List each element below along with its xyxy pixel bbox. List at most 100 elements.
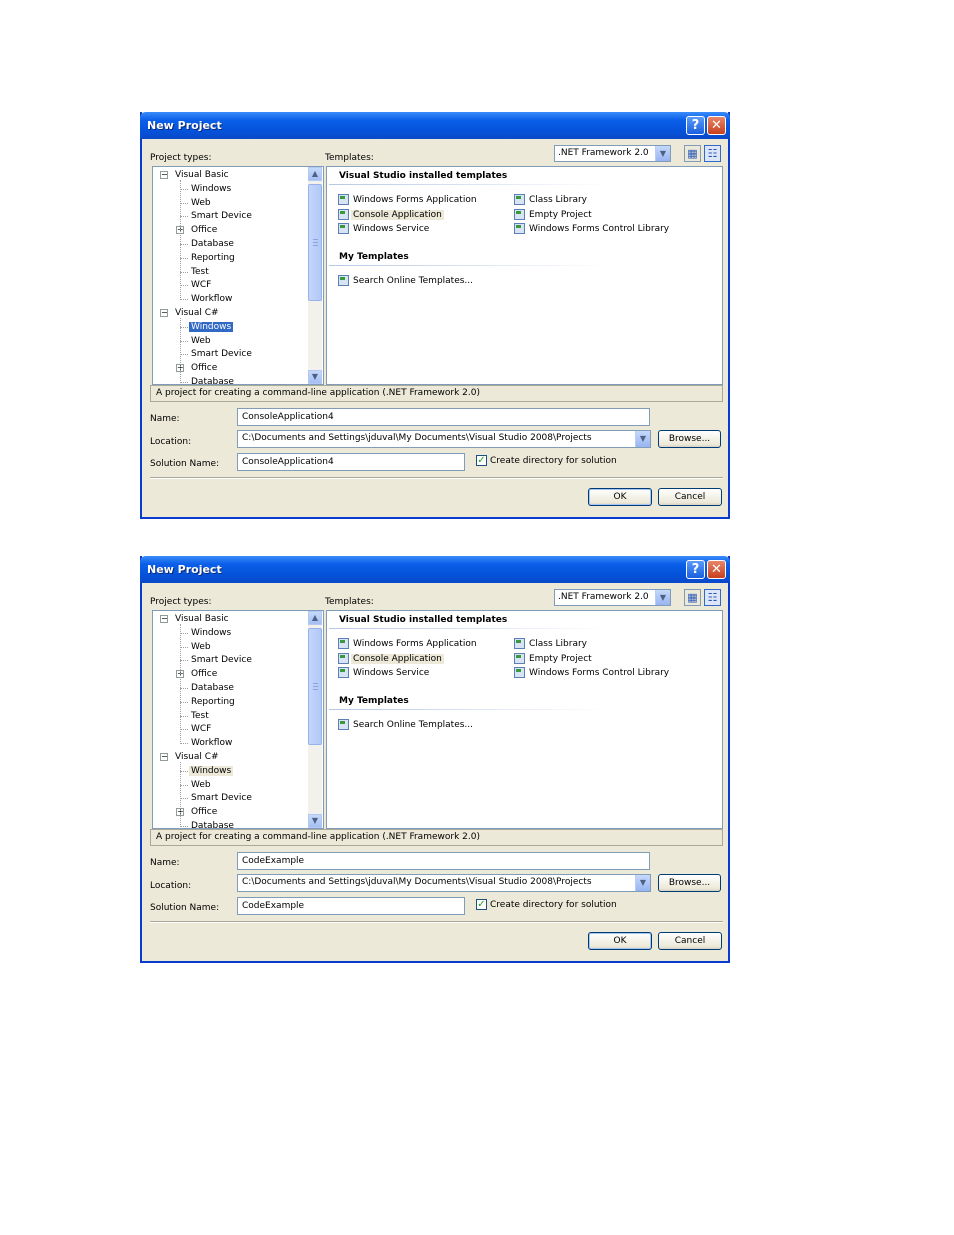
tree-item[interactable]: Windows [189,183,233,195]
close-button[interactable]: ✕ [707,560,726,579]
browse-button[interactable]: Browse... [658,430,721,448]
collapse-icon[interactable]: − [160,171,168,179]
create-directory-checkbox[interactable]: ✓ [476,455,487,466]
help-button[interactable]: ? [686,560,705,579]
tree-item[interactable]: Smart Device [189,792,254,804]
scroll-up-button[interactable]: ▲ [308,167,322,181]
scroll-down-button[interactable]: ▼ [308,370,322,384]
name-input[interactable]: CodeExample [237,852,650,870]
tree-item[interactable]: Office [189,806,219,818]
template-item[interactable]: Console Application [338,652,444,666]
tree-item[interactable]: Web [189,335,213,347]
template-item[interactable]: Empty Project [514,652,594,666]
tree-connector [180,701,188,703]
collapse-icon[interactable]: − [160,753,168,761]
project-template-icon [514,652,525,664]
location-combobox[interactable]: C:\Documents and Settings\jduval\My Docu… [237,430,651,448]
small-icons-view-button[interactable]: ☷ [704,145,721,162]
template-item[interactable]: Console Application [338,208,444,222]
tree-item[interactable]: Workflow [189,293,234,305]
tree-item[interactable]: Windows [189,627,233,639]
scroll-down-button[interactable]: ▼ [308,814,322,828]
tree-item[interactable]: Database [189,820,236,828]
chevron-down-icon[interactable]: ▼ [655,590,670,605]
collapse-icon[interactable]: − [160,615,168,623]
chevron-down-icon[interactable]: ▼ [635,431,650,447]
project-types-tree[interactable]: Visual Basic − Windows Web Smart Device Offic… [152,166,324,385]
tree-item[interactable]: Office [189,362,219,374]
template-item[interactable]: Windows Forms Control Library [514,223,671,236]
ok-button[interactable]: OK [588,932,652,950]
large-icons-view-button[interactable]: ▦ [684,145,701,162]
template-item[interactable]: Windows Forms Application [338,638,479,651]
tree-item[interactable]: Office [189,668,219,680]
chevron-down-icon[interactable]: ▼ [655,146,670,161]
tree-item[interactable]: Workflow [189,737,234,749]
dialog-title: New Project [147,563,222,576]
tree-item[interactable]: Office [189,224,219,236]
scroll-thumb[interactable] [308,628,322,745]
template-item[interactable]: Search Online Templates... [338,719,475,732]
template-item[interactable]: Windows Service [338,667,431,680]
tree-item[interactable]: Visual Basic [173,169,231,181]
tree-item[interactable]: Smart Device [189,210,254,222]
tree-item[interactable]: Web [189,197,213,209]
scroll-thumb[interactable] [308,184,322,301]
create-directory-label[interactable]: Create directory for solution [490,456,617,466]
location-combobox[interactable]: C:\Documents and Settings\jduval\My Docu… [237,874,651,892]
template-item[interactable]: Windows Forms Control Library [514,667,671,680]
tree-item[interactable]: Test [189,266,211,278]
tree-item[interactable]: Reporting [189,252,237,264]
small-icons-view-button[interactable]: ☷ [704,589,721,606]
tree-item[interactable]: WCF [189,723,213,735]
tree-item[interactable]: WCF [189,279,213,291]
cancel-button[interactable]: Cancel [658,932,722,950]
tree-item[interactable]: Windows [189,321,234,333]
project-types-tree[interactable]: Visual Basic − Windows Web Smart Device Offic… [152,610,324,829]
large-icons-view-button[interactable]: ▦ [684,589,701,606]
solution-name-input[interactable]: CodeExample [237,897,465,915]
close-button[interactable]: ✕ [707,116,726,135]
tree-item[interactable]: Database [189,376,236,384]
tree-item[interactable]: Reporting [189,696,237,708]
chevron-down-icon[interactable]: ▼ [635,875,650,891]
name-input[interactable]: ConsoleApplication4 [237,408,650,426]
template-item[interactable]: Empty Project [514,208,594,222]
create-directory-label[interactable]: Create directory for solution [490,900,617,910]
tree-item[interactable]: Visual Basic [173,613,231,625]
tree-item[interactable]: Windows [189,765,234,777]
help-button[interactable]: ? [686,116,705,135]
templates-list[interactable]: Visual Studio installed templates Window… [326,166,723,385]
tree-item-label: Workflow [191,294,233,305]
template-item[interactable]: Search Online Templates... [338,275,475,288]
cancel-button[interactable]: Cancel [658,488,722,506]
framework-select[interactable]: .NET Framework 2.0 ▼ [554,589,671,606]
tree-item[interactable]: Smart Device [189,348,254,360]
title-bar[interactable]: New Project ? ✕ [140,556,730,583]
tree-item[interactable]: Web [189,641,213,653]
project-template-icon [514,638,525,649]
tree-scrollbar[interactable]: ▲ ▼ [308,611,322,828]
templates-list[interactable]: Visual Studio installed templates Window… [326,610,723,829]
tree-item[interactable]: Database [189,682,236,694]
template-item[interactable]: Class Library [514,194,589,207]
ok-button[interactable]: OK [588,488,652,506]
template-item[interactable]: Class Library [514,638,589,651]
solution-name-input[interactable]: ConsoleApplication4 [237,453,465,471]
tree-item[interactable]: Smart Device [189,654,254,666]
tree-scrollbar[interactable]: ▲ ▼ [308,167,322,384]
tree-connector [180,244,188,245]
template-item[interactable]: Windows Forms Application [338,194,479,207]
template-item[interactable]: Windows Service [338,223,431,236]
tree-item[interactable]: Database [189,238,236,250]
tree-item[interactable]: Test [189,710,211,722]
collapse-icon[interactable]: − [160,309,168,317]
tree-connector [180,285,188,287]
title-bar[interactable]: New Project ? ✕ [140,112,730,139]
scroll-up-button[interactable]: ▲ [308,611,322,625]
tree-item[interactable]: Web [189,779,213,791]
large-icons-icon: ▦ [687,591,698,604]
browse-button[interactable]: Browse... [658,874,721,892]
create-directory-checkbox[interactable]: ✓ [476,899,487,910]
framework-select[interactable]: .NET Framework 2.0 ▼ [554,145,671,162]
